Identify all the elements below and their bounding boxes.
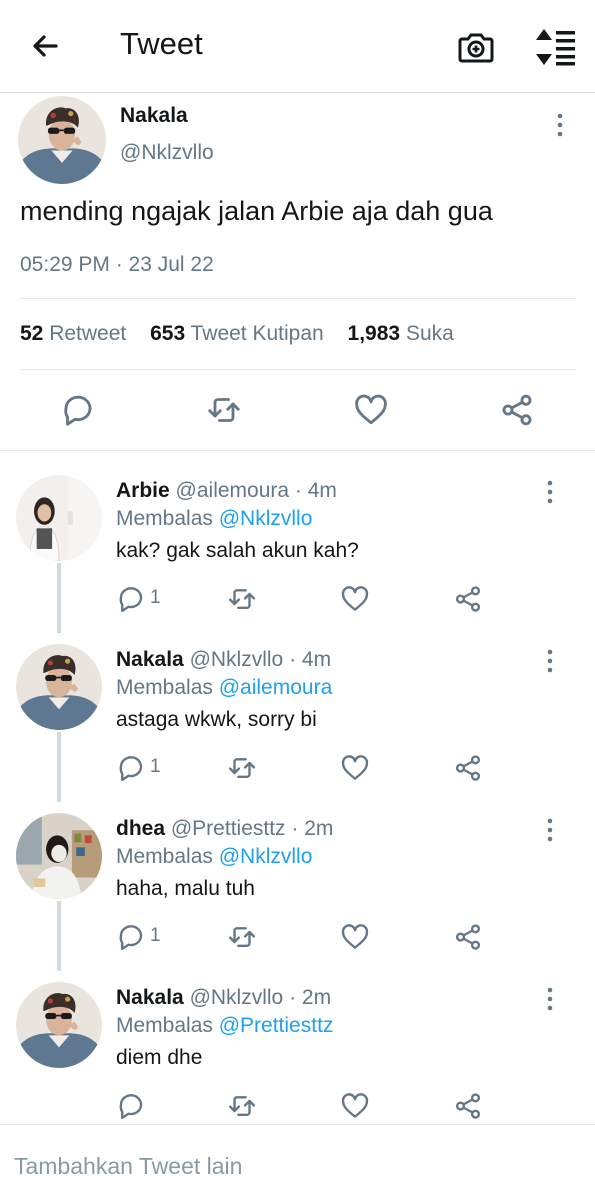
- reply-header: Nakala @Nklzvllo · 4m: [116, 648, 331, 672]
- reply-tweet[interactable]: Nakala @Nklzvllo · 2m Membalas @Pretties…: [0, 958, 595, 1127]
- compose-bar[interactable]: Tambahkan Tweet lain: [0, 1124, 595, 1200]
- reply-icon[interactable]: [116, 922, 146, 952]
- author-handle[interactable]: @Nklzvllo: [190, 986, 284, 1009]
- avatar[interactable]: [16, 644, 102, 730]
- retweet-icon[interactable]: [227, 922, 257, 952]
- replying-to: Membalas @Nklzvllo: [116, 845, 313, 868]
- reply-count: 1: [150, 587, 161, 608]
- reply-text: haha, malu tuh: [116, 877, 255, 900]
- retweet-icon[interactable]: [206, 392, 242, 428]
- arrow-left-icon[interactable]: [28, 28, 64, 64]
- retweets-stat[interactable]: 52 Retweet: [20, 322, 126, 345]
- like-icon[interactable]: [340, 753, 370, 783]
- like-icon[interactable]: [353, 392, 389, 428]
- replying-to: Membalas @ailemoura: [116, 676, 333, 699]
- camera-icon[interactable]: [456, 27, 496, 67]
- mention-link[interactable]: @Nklzvllo: [219, 845, 313, 868]
- more-options-icon[interactable]: [540, 479, 560, 505]
- avatar[interactable]: [18, 96, 106, 184]
- author-handle[interactable]: @Nklzvllo: [120, 141, 214, 165]
- reply-text: diem dhe: [116, 1046, 203, 1069]
- share-icon[interactable]: [453, 922, 483, 952]
- quotes-stat[interactable]: 653 Tweet Kutipan: [150, 322, 324, 345]
- like-icon[interactable]: [340, 584, 370, 614]
- author-name[interactable]: Arbie: [116, 479, 170, 502]
- retweet-icon[interactable]: [227, 584, 257, 614]
- like-icon[interactable]: [340, 922, 370, 952]
- more-options-icon[interactable]: [540, 817, 560, 843]
- reply-header: Nakala @Nklzvllo · 2m: [116, 986, 331, 1010]
- page-title: Tweet: [120, 26, 203, 61]
- retweet-icon[interactable]: [227, 1091, 257, 1121]
- avatar[interactable]: [16, 982, 102, 1068]
- replying-to: Membalas @Prettiesttz: [116, 1014, 334, 1037]
- mention-link[interactable]: @Prettiesttz: [219, 1014, 334, 1037]
- reply-tweet[interactable]: Arbie @ailemoura · 4m Membalas @Nklzvllo…: [0, 451, 595, 633]
- author-name[interactable]: Nakala: [116, 648, 184, 671]
- share-icon[interactable]: [453, 1091, 483, 1121]
- more-options-icon[interactable]: [540, 986, 560, 1012]
- likes-stat[interactable]: 1,983 Suka: [348, 322, 454, 345]
- author-handle[interactable]: @Prettiesttz: [171, 817, 286, 840]
- reply-header: dhea @Prettiesttz · 2m: [116, 817, 333, 841]
- author-name[interactable]: Nakala: [120, 104, 188, 128]
- avatar[interactable]: [16, 475, 102, 561]
- reply-text: kak? gak salah akun kah?: [116, 539, 359, 562]
- divider: [20, 298, 575, 299]
- reply-header: Arbie @ailemoura · 4m: [116, 479, 337, 503]
- reply-time: · 2m: [291, 817, 334, 840]
- reply-count: 1: [150, 925, 161, 946]
- reply-icon[interactable]: [116, 1091, 146, 1121]
- share-icon[interactable]: [453, 753, 483, 783]
- share-icon[interactable]: [499, 392, 535, 428]
- share-icon[interactable]: [453, 584, 483, 614]
- author-handle[interactable]: @ailemoura: [176, 479, 290, 502]
- reply-time: · 2m: [289, 986, 332, 1009]
- mention-link[interactable]: @ailemoura: [219, 676, 333, 699]
- compose-input[interactable]: Tambahkan Tweet lain: [14, 1153, 242, 1180]
- more-options-icon[interactable]: [550, 112, 570, 138]
- reply-icon[interactable]: [116, 584, 146, 614]
- top-app-bar: Tweet: [0, 0, 595, 93]
- reply-tweet[interactable]: dhea @Prettiesttz · 2m Membalas @Nklzvll…: [0, 789, 595, 971]
- tweet-text: mending ngajak jalan Arbie aja dah gua: [20, 196, 493, 226]
- tweet-timestamp: 05:29 PM · 23 Jul 22: [20, 253, 214, 276]
- reply-tweet[interactable]: Nakala @Nklzvllo · 4m Membalas @ailemour…: [0, 620, 595, 802]
- more-options-icon[interactable]: [540, 648, 560, 674]
- divider: [20, 369, 575, 370]
- sort-icon[interactable]: [533, 27, 577, 67]
- reply-icon[interactable]: [116, 753, 146, 783]
- retweet-icon[interactable]: [227, 753, 257, 783]
- reply-text: astaga wkwk, sorry bi: [116, 708, 317, 731]
- avatar[interactable]: [16, 813, 102, 899]
- reply-time: · 4m: [289, 648, 332, 671]
- mention-link[interactable]: @Nklzvllo: [219, 507, 313, 530]
- author-name[interactable]: Nakala: [116, 986, 184, 1009]
- author-name[interactable]: dhea: [116, 817, 165, 840]
- author-handle[interactable]: @Nklzvllo: [190, 648, 284, 671]
- like-icon[interactable]: [340, 1091, 370, 1121]
- reply-time: · 4m: [294, 479, 337, 502]
- replying-to: Membalas @Nklzvllo: [116, 507, 313, 530]
- reply-icon[interactable]: [60, 392, 96, 428]
- tweet-stats: 52 Retweet 653 Tweet Kutipan 1,983 Suka: [20, 322, 454, 346]
- reply-count: 1: [150, 756, 161, 777]
